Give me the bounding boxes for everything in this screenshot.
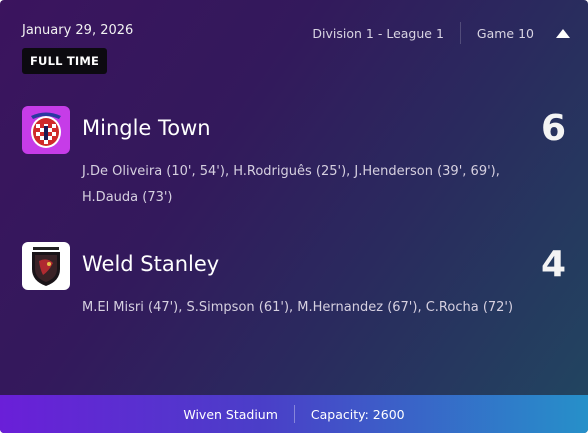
home-team-name[interactable]: Mingle Town [82,116,211,140]
away-goal-scorers: M.El Misri (47'), S.Simpson (61'), M.Her… [82,300,514,315]
dark-shield-crest-icon [32,247,60,286]
home-team-score: 6 [540,108,566,149]
venue-footer: Wiven Stadium Capacity: 2600 [0,395,588,433]
meta-divider [459,22,461,44]
game-label: Game 10 [476,25,534,41]
match-status-badge: FULL TIME [22,48,108,74]
match-meta: Division 1 - League 1 Game 10 [312,22,570,44]
stadium-name: Wiven Stadium [183,406,278,422]
match-date: January 29, 2026 [22,23,134,38]
chevron-up-icon[interactable] [556,28,570,38]
away-team-crest [22,242,70,290]
stadium-capacity: Capacity: 2600 [310,406,405,422]
away-team-name[interactable]: Weld Stanley [82,252,219,276]
home-team-crest [22,106,70,154]
competition-label: Division 1 - League 1 [312,25,444,41]
home-goal-scorers: J.De Oliveira (10', 54'), H.Rodriguês (2… [82,164,500,205]
checkered-shield-crest-icon [31,112,61,148]
match-card: January 29, 2026 FULL TIME Division 1 - … [0,0,588,433]
footer-divider [293,405,295,423]
away-team-score: 4 [540,244,566,285]
